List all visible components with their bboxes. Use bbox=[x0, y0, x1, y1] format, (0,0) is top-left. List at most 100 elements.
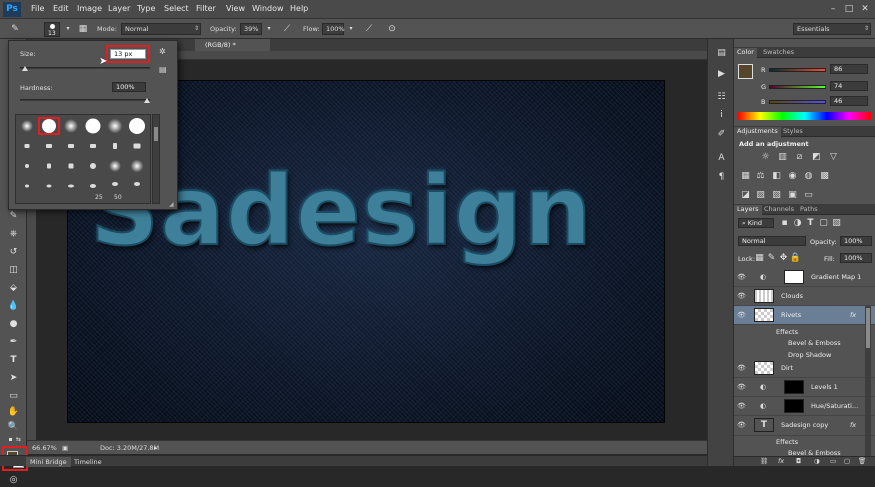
workspace-select[interactable]: Essentials ⇕ bbox=[793, 23, 871, 35]
layer-row[interactable]: 👁 T Sadesign copy fx bbox=[734, 416, 875, 436]
blue-slider[interactable] bbox=[769, 100, 826, 104]
hue-saturation-icon[interactable]: ▦ bbox=[739, 170, 752, 182]
brush-preset[interactable] bbox=[60, 177, 82, 195]
menu-edit[interactable]: Edit bbox=[53, 4, 69, 13]
eye-icon[interactable]: 👁 bbox=[737, 292, 746, 300]
eraser-icon[interactable]: ◫ bbox=[5, 263, 22, 277]
tab-paths[interactable]: Paths bbox=[797, 205, 821, 215]
scrollbar-thumb[interactable] bbox=[866, 308, 870, 348]
eye-icon[interactable]: 👁 bbox=[737, 383, 746, 391]
brush-preset[interactable] bbox=[82, 157, 104, 175]
green-slider[interactable] bbox=[769, 85, 826, 89]
layer-filter-select[interactable]: ⌕ Kind bbox=[738, 218, 774, 228]
quick-mask-icon[interactable]: ◎ bbox=[5, 473, 22, 487]
zoom-level[interactable]: 66.67% bbox=[32, 444, 57, 452]
brush-preset[interactable] bbox=[82, 117, 104, 135]
pen-icon[interactable]: ✒ bbox=[5, 335, 22, 349]
zoom-icon[interactable]: 🔍 bbox=[5, 420, 22, 434]
tab-adjustments[interactable]: Adjustments bbox=[734, 127, 781, 137]
brush-preset[interactable] bbox=[104, 157, 126, 175]
paint-bucket-icon[interactable]: ⬙ bbox=[5, 281, 22, 295]
brush-preset[interactable] bbox=[126, 137, 148, 155]
size-slider-thumb[interactable] bbox=[22, 66, 28, 71]
vibrance-icon[interactable]: ▽ bbox=[827, 151, 840, 163]
chevron-down-icon[interactable]: ▾ bbox=[262, 22, 276, 36]
filter-type-icon[interactable]: T bbox=[804, 217, 817, 229]
menu-view[interactable]: View bbox=[226, 4, 245, 13]
hardness-slider-thumb[interactable] bbox=[144, 98, 150, 103]
brush-preset[interactable] bbox=[16, 157, 38, 175]
fill-input[interactable]: 100% bbox=[840, 253, 872, 263]
red-value[interactable]: 86 bbox=[830, 64, 868, 74]
blue-value[interactable]: 46 bbox=[830, 96, 868, 106]
posterize-icon[interactable]: ▨ bbox=[754, 189, 767, 201]
eye-icon[interactable]: 👁 bbox=[737, 402, 746, 410]
menu-select[interactable]: Select bbox=[164, 4, 189, 13]
brush-panel-icon[interactable]: ▦ bbox=[76, 22, 90, 36]
color-fg-swatch[interactable] bbox=[738, 64, 753, 79]
status-icon[interactable]: ▣ bbox=[62, 444, 68, 452]
brush-preset-selected[interactable] bbox=[38, 117, 60, 135]
opacity-input[interactable]: 39% bbox=[240, 23, 262, 35]
eye-icon[interactable]: 👁 bbox=[737, 364, 746, 372]
pressure-size-icon[interactable]: ⊙ bbox=[385, 22, 399, 36]
menu-type[interactable]: Type bbox=[137, 4, 155, 13]
brush-preset[interactable] bbox=[38, 137, 60, 155]
effect-item[interactable]: Drop Shadow bbox=[788, 351, 831, 359]
color-lookup-icon[interactable]: ▩ bbox=[818, 170, 831, 182]
chevron-down-icon[interactable]: ▾ bbox=[61, 22, 75, 36]
tab-color[interactable]: Color bbox=[734, 48, 757, 58]
blur-icon[interactable]: 💧 bbox=[5, 299, 22, 313]
hardness-input[interactable]: 100% bbox=[112, 82, 146, 92]
fx-icon[interactable]: fx bbox=[850, 311, 856, 319]
brush-preset[interactable] bbox=[104, 137, 126, 155]
menu-window[interactable]: Window bbox=[252, 4, 284, 13]
brush-preset[interactable] bbox=[126, 117, 148, 135]
info-panel-icon[interactable]: i bbox=[714, 109, 729, 122]
document-tab[interactable]: (RGB/8) * bbox=[195, 39, 270, 51]
menu-file[interactable]: File bbox=[31, 4, 44, 13]
brush-preset[interactable] bbox=[16, 137, 38, 155]
minimize-icon[interactable]: – bbox=[826, 3, 840, 15]
eye-icon[interactable]: 👁 bbox=[737, 311, 746, 319]
blend-mode-select[interactable]: Normal bbox=[738, 236, 806, 246]
airbrush-icon[interactable]: ⟋ bbox=[362, 22, 376, 36]
menu-image[interactable]: Image bbox=[77, 4, 102, 13]
brush-preset[interactable] bbox=[16, 117, 38, 135]
filter-shape-icon[interactable]: ▢ bbox=[817, 217, 830, 229]
layers-scrollbar[interactable] bbox=[865, 306, 871, 456]
size-input[interactable]: 13 px bbox=[110, 49, 146, 59]
brush-preset[interactable] bbox=[60, 157, 82, 175]
lock-all-icon[interactable]: 🔒 bbox=[789, 252, 802, 264]
effect-item[interactable]: Bevel & Emboss bbox=[788, 449, 841, 456]
gear-icon[interactable]: ✲ bbox=[159, 47, 166, 56]
menu-help[interactable]: Help bbox=[290, 4, 308, 13]
tab-channels[interactable]: Channels bbox=[761, 205, 797, 215]
brush-preset[interactable] bbox=[126, 157, 148, 175]
new-group-icon[interactable]: ▭ bbox=[830, 457, 836, 465]
gradient-map-icon[interactable]: ▭ bbox=[802, 189, 815, 201]
layer-row-selected[interactable]: 👁 Rivets fx bbox=[734, 306, 875, 325]
brush-tool-icon[interactable]: ✎ bbox=[5, 209, 22, 223]
add-style-icon[interactable]: fx bbox=[778, 457, 784, 465]
red-slider[interactable] bbox=[769, 68, 826, 72]
character-panel-icon[interactable]: A bbox=[714, 152, 729, 165]
link-layers-icon[interactable]: ⛓ bbox=[760, 457, 768, 465]
layer-row[interactable]: 👁 ◐ Hue/Saturati... bbox=[734, 397, 875, 416]
hardness-slider[interactable] bbox=[20, 99, 150, 101]
brush-preset[interactable] bbox=[60, 117, 82, 135]
mode-select[interactable]: Normal ⇕ bbox=[121, 23, 201, 35]
tab-swatches[interactable]: Swatches bbox=[760, 48, 797, 58]
levels-icon[interactable]: ▥ bbox=[776, 151, 789, 163]
filter-adjustment-icon[interactable]: ◑ bbox=[791, 217, 804, 229]
layer-row[interactable]: 👁 Clouds bbox=[734, 287, 875, 306]
new-preset-icon[interactable]: ▤ bbox=[159, 65, 167, 74]
layer-row[interactable]: 👁 ◐ Gradient Map 1 bbox=[734, 268, 875, 287]
brush-preset[interactable] bbox=[82, 177, 104, 195]
photo-filter-icon[interactable]: ◉ bbox=[786, 170, 799, 182]
dodge-icon[interactable]: ● bbox=[5, 317, 22, 331]
tab-layers[interactable]: Layers bbox=[734, 205, 762, 215]
brightness-icon[interactable]: ☼ bbox=[759, 151, 772, 163]
brush-grid-scrollbar[interactable] bbox=[152, 114, 160, 204]
clone-stamp-icon[interactable]: ⎈ bbox=[5, 227, 22, 241]
